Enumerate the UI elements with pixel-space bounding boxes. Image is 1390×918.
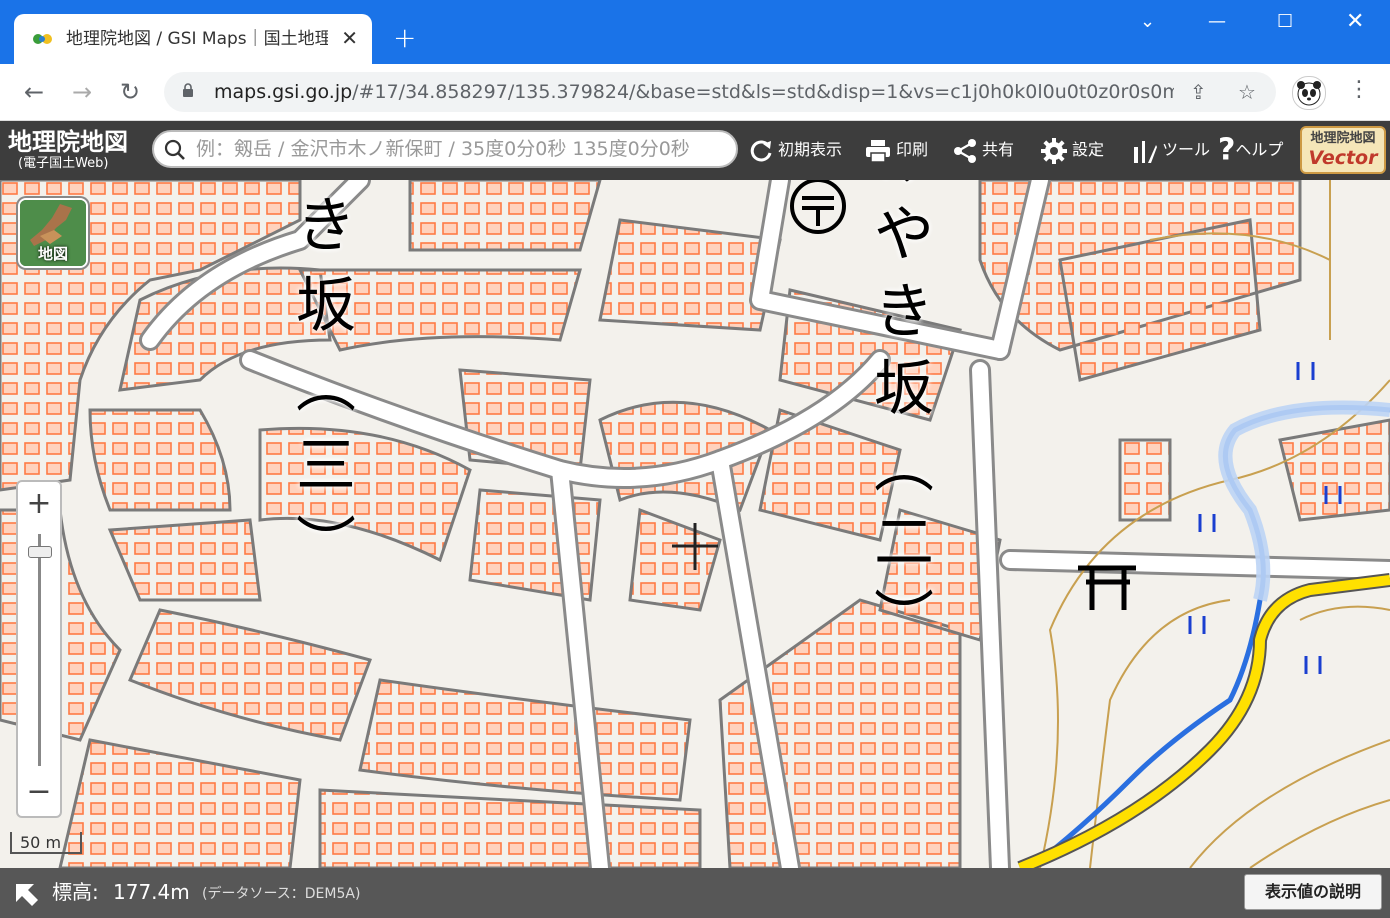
tab-title: 地理院地図 / GSI Maps｜国土地理院 <box>66 29 328 49</box>
print-button[interactable]: 印刷 <box>864 135 928 165</box>
panda-avatar-icon <box>1297 81 1321 106</box>
forward-icon[interactable]: → <box>68 78 96 106</box>
elevation-data-source: (データソース：DEM5A) <box>202 886 361 902</box>
printer-icon <box>866 139 890 163</box>
zoom-in-button[interactable]: + <box>18 486 60 522</box>
back-icon[interactable]: ← <box>20 78 48 106</box>
map-tiles <box>0 180 1390 868</box>
vector-map-badge[interactable]: 地理院地図 Vector <box>1300 126 1386 174</box>
settings-button[interactable]: 設定 <box>1040 135 1104 165</box>
help-button[interactable]: ?ヘルプ <box>1218 135 1283 165</box>
map-layer-label: 地図 <box>37 245 68 263</box>
collapse-arrow-icon[interactable] <box>12 880 40 908</box>
browser-tab-active[interactable]: 地理院地図 / GSI Maps｜国土地理院 ✕ <box>14 14 372 64</box>
post-office-symbol <box>790 180 846 234</box>
new-tab-icon[interactable]: + <box>393 24 416 52</box>
browser-menu-icon[interactable]: ⋮ <box>1348 78 1370 102</box>
minimize-icon[interactable]: — <box>1208 10 1226 34</box>
gear-icon <box>1041 137 1067 164</box>
map-canvas[interactable]: き 坂 ︵ 三 ︶ け や き 坂 ︵ 二 ︶ 地図 + − 50 m <box>0 180 1390 868</box>
share-button[interactable]: 共有 <box>952 135 1014 165</box>
question-mark-icon: ? <box>1218 132 1236 168</box>
zoom-out-button[interactable]: − <box>18 774 60 810</box>
tab-search-chevron-icon[interactable]: ⌄ <box>1140 10 1155 34</box>
gsi-favicon-icon <box>33 34 52 44</box>
zoom-slider-track[interactable] <box>38 534 41 766</box>
gsi-header: 地理院地図 (電子国土Web) 初期表示 印刷 共有 <box>0 121 1390 180</box>
address-bar[interactable]: maps.gsi.go.jp/#17/34.858297/135.379824/… <box>164 72 1276 112</box>
share-icon <box>954 138 976 163</box>
share-page-icon[interactable]: ⇪ <box>1190 80 1207 104</box>
elevation-label: 標高: <box>52 880 99 904</box>
close-tab-icon[interactable]: ✕ <box>341 26 358 50</box>
site-logo[interactable]: 地理院地図 <box>8 129 128 155</box>
place-search-box[interactable] <box>152 130 738 168</box>
scale-bar: 50 m <box>10 832 82 854</box>
tools-icon <box>1134 140 1157 163</box>
close-window-icon[interactable]: ✕ <box>1346 10 1364 34</box>
street-label-right: け や き 坂 ︵ 二 ︶ <box>874 180 934 655</box>
elevation-footer: 標高: 177.4m (データソース：DEM5A) 表示値の説明 <box>0 868 1390 918</box>
value-explanation-button[interactable]: 表示値の説明 <box>1244 874 1382 910</box>
zoom-slider-handle[interactable] <box>28 545 52 558</box>
search-icon[interactable] <box>164 139 186 161</box>
elevation-value: 177.4m <box>113 880 190 904</box>
shrine-symbol <box>1078 565 1136 610</box>
browser-titlebar: 地理院地図 / GSI Maps｜国土地理院 ✕ + ⌄ — ☐ ✕ <box>0 0 1390 64</box>
bookmark-star-icon[interactable]: ☆ <box>1238 80 1256 104</box>
lock-icon <box>183 83 193 97</box>
search-input[interactable] <box>196 136 726 162</box>
refresh-icon <box>750 139 772 161</box>
profile-avatar[interactable] <box>1292 76 1326 110</box>
site-logo-subtitle: (電子国土Web) <box>18 156 109 171</box>
reload-icon[interactable]: ↻ <box>116 78 144 106</box>
tools-button[interactable]: ツール <box>1130 135 1210 165</box>
zoom-control: + − <box>16 480 62 818</box>
maximize-icon[interactable]: ☐ <box>1277 10 1293 34</box>
map-layer-button[interactable]: 地図 <box>18 198 88 268</box>
initial-view-button[interactable]: 初期表示 <box>748 135 842 165</box>
street-label-left: き 坂 ︵ 三 ︶ <box>296 191 356 581</box>
url-text[interactable]: maps.gsi.go.jp/#17/34.858297/135.379824/… <box>214 81 1174 103</box>
browser-toolbar: ← → ↻ maps.gsi.go.jp/#17/34.858297/135.3… <box>0 64 1390 121</box>
